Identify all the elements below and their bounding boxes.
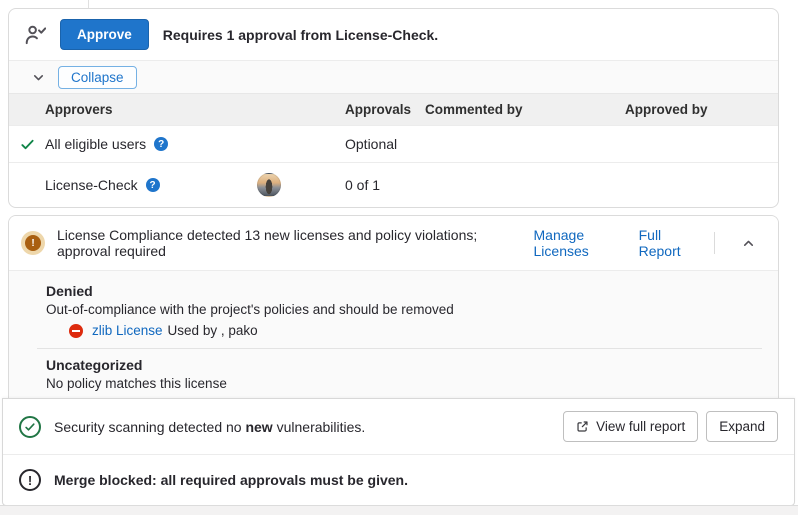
success-check-icon <box>19 416 41 438</box>
table-row: License-Check ? 0 of 1 <box>9 162 778 207</box>
col-approvals: Approvals <box>345 102 425 117</box>
denied-icon <box>69 324 83 338</box>
approvers-table-header: Approvers Approvals Commented by Approve… <box>9 93 778 125</box>
table-row: All eligible users ? Optional <box>9 125 778 162</box>
full-report-link[interactable]: Full Report <box>639 227 695 259</box>
help-icon[interactable]: ? <box>146 178 160 192</box>
license-compliance-widget: ! License Compliance detected 13 new lic… <box>8 215 779 398</box>
expand-button[interactable]: Expand <box>706 411 778 442</box>
collapse-row: Collapse <box>9 60 778 93</box>
approve-row: Approve Requires 1 approval from License… <box>9 9 778 60</box>
approval-requirement-text: Requires 1 approval from License-Check. <box>163 27 438 43</box>
approve-button[interactable]: Approve <box>60 19 149 50</box>
merge-blocked-text: Merge blocked: all required approvals mu… <box>54 472 408 488</box>
group-title: Uncategorized <box>46 353 762 375</box>
approver-name: All eligible users <box>45 136 146 152</box>
license-link[interactable]: zlib License <box>92 323 163 338</box>
col-commented-by: Commented by <box>425 102 625 117</box>
mr-status-section: Security scanning detected no new vulner… <box>2 398 795 506</box>
divider <box>37 348 762 349</box>
approval-widget: Approve Requires 1 approval from License… <box>8 8 779 208</box>
divider <box>714 232 715 254</box>
license-report-body: Denied Out-of-compliance with the projec… <box>9 271 778 398</box>
col-approved-by: Approved by <box>625 102 778 117</box>
list-item: zlib License Used by , pako <box>46 320 762 341</box>
external-link-icon <box>576 420 589 433</box>
security-scanning-row: Security scanning detected no new vulner… <box>3 399 794 454</box>
license-group-denied: Denied Out-of-compliance with the projec… <box>46 279 762 341</box>
license-summary-row: ! License Compliance detected 13 new lic… <box>9 216 778 271</box>
warning-icon: ! <box>21 231 45 255</box>
approvals-value: Optional <box>345 136 425 152</box>
approver-name: License-Check <box>45 177 138 193</box>
license-group-uncategorized: Uncategorized No policy matches this lic… <box>46 353 762 398</box>
green-check-icon <box>9 137 45 152</box>
group-description: Out-of-compliance with the project's pol… <box>46 301 762 320</box>
chevron-up-icon <box>741 236 756 251</box>
chevron-down-icon[interactable] <box>31 70 46 85</box>
col-approvers: Approvers <box>45 102 345 117</box>
security-status-text: Security scanning detected no new vulner… <box>54 419 365 435</box>
collapse-report-button[interactable] <box>735 234 762 253</box>
manage-licenses-link[interactable]: Manage Licenses <box>534 227 623 259</box>
collapse-button[interactable]: Collapse <box>58 66 137 89</box>
approvals-value: 0 of 1 <box>345 177 425 193</box>
exclamation-circle-icon: ! <box>19 469 41 491</box>
view-full-report-button[interactable]: View full report <box>563 411 698 442</box>
next-section-edge <box>0 505 798 515</box>
used-by-text: Used by , pako <box>168 323 258 338</box>
approver-person-check-icon <box>25 24 46 45</box>
help-icon[interactable]: ? <box>154 137 168 151</box>
approver-avatar[interactable] <box>257 173 281 197</box>
license-summary-text: License Compliance detected 13 new licen… <box>57 227 522 259</box>
timeline-tick <box>88 0 89 8</box>
group-description: No policy matches this license <box>46 375 762 394</box>
merge-blocked-row: ! Merge blocked: all required approvals … <box>3 454 794 505</box>
group-title: Denied <box>46 279 762 301</box>
